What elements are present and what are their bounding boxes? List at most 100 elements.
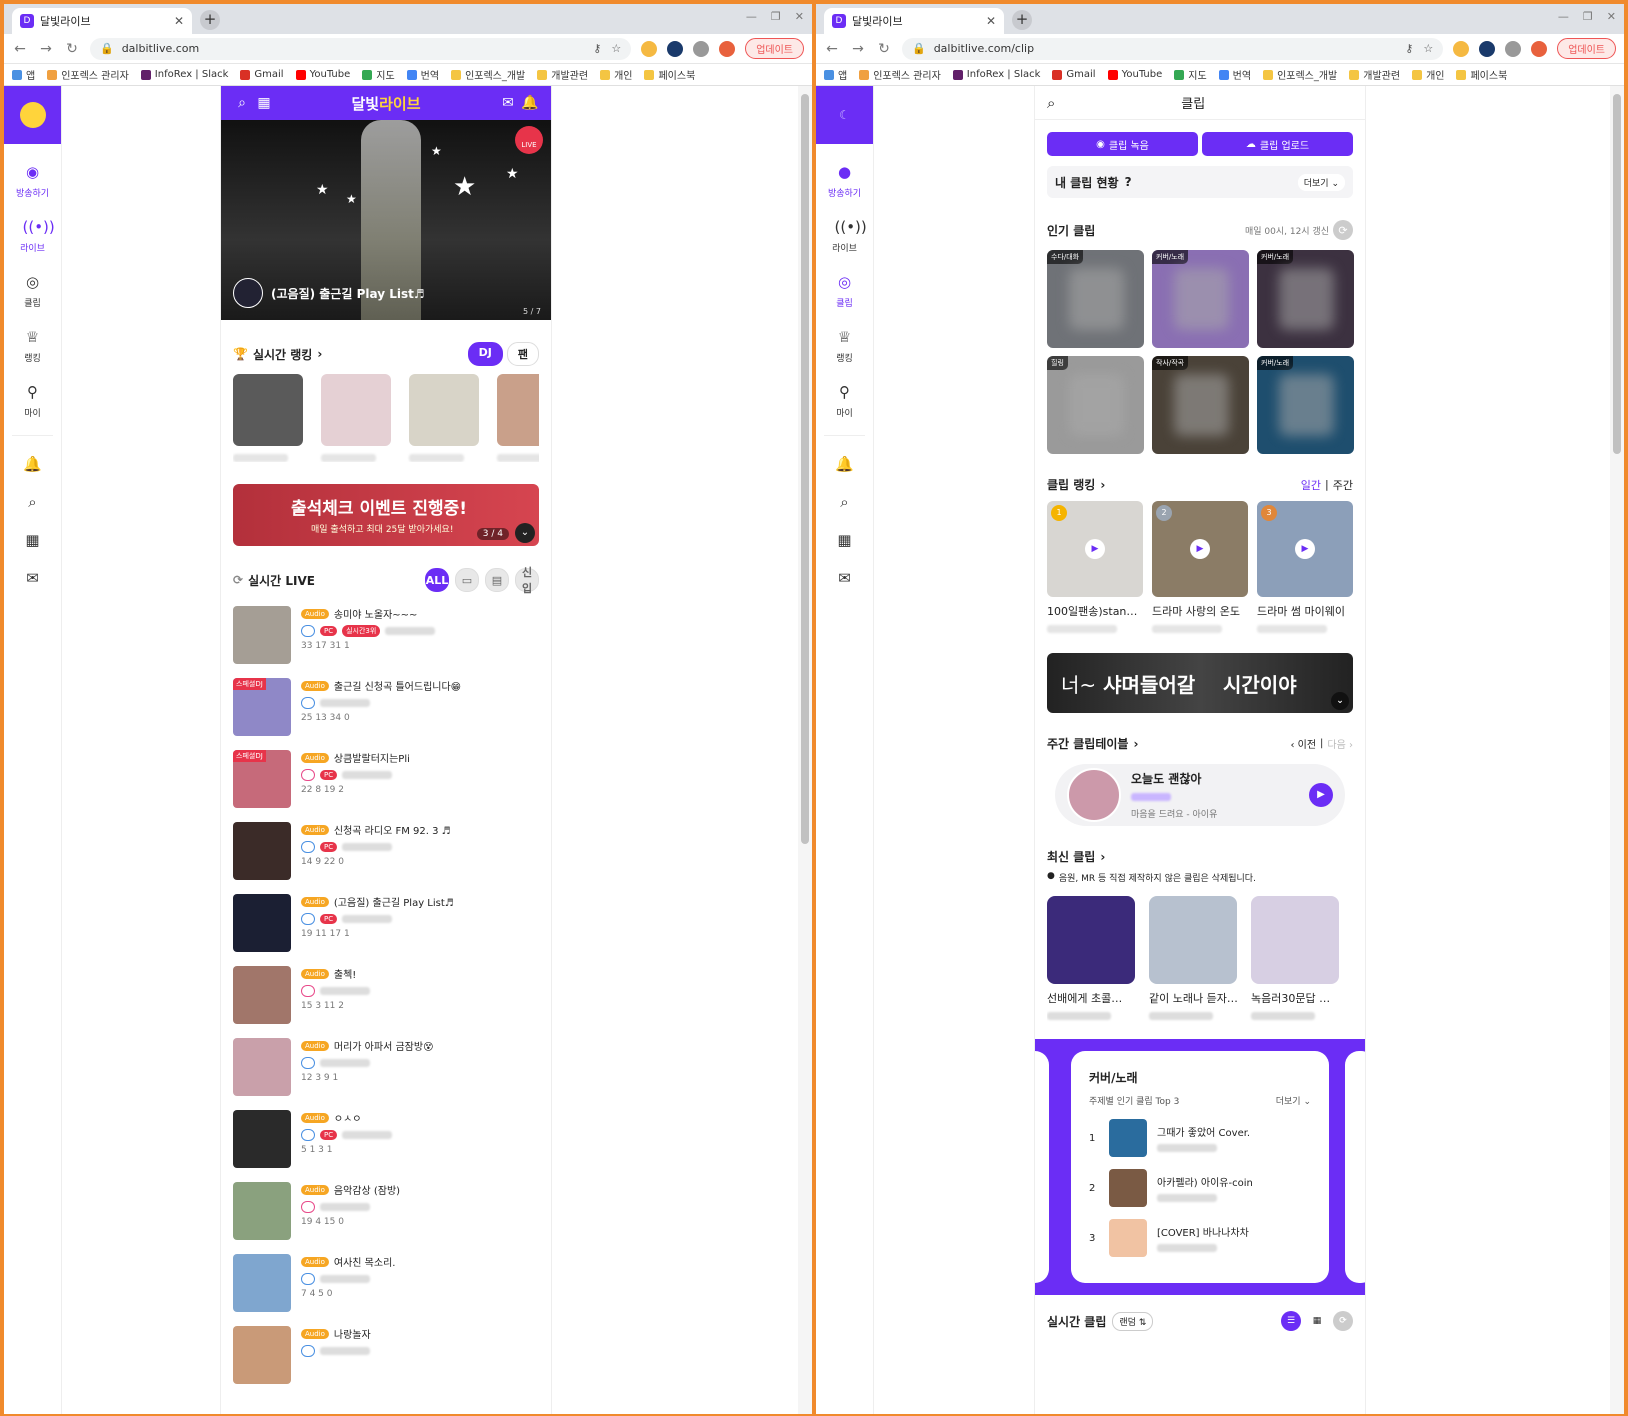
sidebar-item-live[interactable]: ((•)) 라이브 bbox=[4, 217, 61, 254]
play-icon[interactable]: ▶ bbox=[1295, 539, 1315, 559]
hero-banner[interactable]: ★ ★ ★ ★ ★ LIVE (고음질) 출근길 Play List♬ 5 / … bbox=[221, 120, 551, 320]
play-icon[interactable]: ▶ bbox=[1190, 539, 1210, 559]
tab-weekly[interactable]: 주간 bbox=[1333, 477, 1353, 493]
random-toggle[interactable]: 랜덤 ⇅ bbox=[1112, 1311, 1154, 1331]
sidebar-item-live[interactable]: ((•)) 라이브 bbox=[816, 217, 873, 254]
scrollbar[interactable] bbox=[798, 86, 812, 1414]
bell-icon[interactable]: 🔔 bbox=[519, 95, 541, 111]
top3-row[interactable]: 1 그때가 좋았어 Cover. bbox=[1089, 1119, 1311, 1157]
refresh-icon[interactable]: ⟳ bbox=[1333, 220, 1353, 240]
sidebar-search[interactable]: ⌕ bbox=[816, 492, 873, 512]
key-icon[interactable]: ⚷ bbox=[593, 42, 601, 55]
filter-all[interactable]: ALL bbox=[425, 568, 449, 592]
search-icon[interactable]: ⌕ bbox=[231, 95, 253, 111]
grid-view-icon[interactable]: ▦ bbox=[1307, 1311, 1327, 1331]
forward-icon[interactable]: → bbox=[38, 41, 54, 57]
ranking-item[interactable] bbox=[233, 374, 303, 462]
forward-icon[interactable]: → bbox=[850, 41, 866, 57]
sidebar-item-my[interactable]: ⚲ 마이 bbox=[4, 382, 61, 419]
popular-clip-card[interactable]: 작사/작곡 bbox=[1152, 356, 1249, 454]
popular-clip-card[interactable]: 커버/노래 bbox=[1152, 250, 1249, 348]
clip-table-card[interactable]: 오늘도 괜찮아 마음을 드려요 - 아이유 ▶ bbox=[1055, 764, 1345, 826]
prev-button[interactable]: ‹ 이전 bbox=[1290, 736, 1316, 751]
recent-clip-item[interactable]: 녹음러30문답 … bbox=[1251, 896, 1339, 1023]
address-bar[interactable]: 🔒 dalbitlive.com/clip ⚷ ☆ bbox=[902, 37, 1444, 60]
bookmark-item[interactable]: 페이스북 bbox=[644, 67, 695, 82]
sidebar-store[interactable]: ▦ bbox=[4, 530, 61, 550]
popular-clip-card[interactable]: 커버/노래 bbox=[1257, 250, 1354, 348]
bookmark-item[interactable]: 개발관련 bbox=[1349, 67, 1400, 82]
minimize-icon[interactable]: — bbox=[1558, 10, 1569, 23]
logo[interactable] bbox=[4, 86, 61, 144]
help-icon[interactable]: ? bbox=[1125, 175, 1132, 189]
ranking-item[interactable] bbox=[409, 374, 479, 462]
carousel-card-next[interactable] bbox=[1345, 1051, 1365, 1283]
recent-clip-item[interactable]: 선배에게 초콜… bbox=[1047, 896, 1135, 1023]
update-button[interactable]: 업데이트 bbox=[745, 38, 804, 59]
new-tab-button[interactable]: + bbox=[1012, 10, 1032, 30]
bookmark-star-icon[interactable]: ☆ bbox=[611, 42, 621, 55]
live-list-item[interactable]: Audio 나랑놀자 bbox=[233, 1326, 539, 1384]
play-icon[interactable]: ▶ bbox=[1309, 783, 1333, 807]
profile-avatar[interactable] bbox=[719, 40, 736, 57]
mailbox-icon[interactable]: ✉ bbox=[497, 95, 519, 111]
clip-ranking-item[interactable]: 2 ▶ 드라마 사랑의 온도 bbox=[1152, 501, 1248, 633]
extension-icon[interactable] bbox=[641, 40, 658, 57]
tab-dj[interactable]: DJ bbox=[467, 342, 503, 366]
back-icon[interactable]: ← bbox=[12, 41, 28, 57]
update-button[interactable]: 업데이트 bbox=[1557, 38, 1616, 59]
bookmark-item[interactable]: 번역 bbox=[1218, 67, 1251, 82]
clip-record-button[interactable]: ◉ 클립 녹음 bbox=[1047, 132, 1198, 156]
logo[interactable]: ☾ bbox=[816, 86, 873, 144]
sidebar-item-ranking[interactable]: ♕ 랭킹 bbox=[816, 327, 873, 364]
sidebar-notification[interactable]: 🔔 bbox=[816, 454, 873, 474]
profile-avatar[interactable] bbox=[1531, 40, 1548, 57]
live-list-item[interactable]: Audio 신청곡 라디오 FM 92. 3 ♬ PC 14 9 22 0 bbox=[233, 822, 539, 880]
ranking-item[interactable] bbox=[321, 374, 391, 462]
brand-title[interactable]: 달빛라이브 bbox=[275, 93, 497, 114]
bookmark-item[interactable]: 페이스북 bbox=[1456, 67, 1507, 82]
live-list-item[interactable]: Audio (고음질) 출근길 Play List♬ PC 19 11 17 1 bbox=[233, 894, 539, 952]
live-list-item[interactable]: 스페셜DJ Audio 출근길 신청곡 틀어드립니다😁 25 13 34 0 bbox=[233, 678, 539, 736]
sidebar-store[interactable]: ▦ bbox=[816, 530, 873, 550]
close-window-icon[interactable]: ✕ bbox=[795, 10, 804, 23]
bookmark-item[interactable]: InfoRex | Slack bbox=[952, 69, 1040, 80]
minimize-icon[interactable]: — bbox=[746, 10, 757, 23]
close-icon[interactable]: ✕ bbox=[986, 14, 996, 28]
extension-icon[interactable] bbox=[667, 40, 684, 57]
clip-upload-button[interactable]: ☁ 클립 업로드 bbox=[1202, 132, 1353, 156]
bookmark-item[interactable]: 개발관련 bbox=[537, 67, 588, 82]
bookmark-item[interactable]: 인포렉스_개발 bbox=[1263, 67, 1337, 82]
sidebar-item-broadcast[interactable]: ● 방송하기 bbox=[816, 162, 873, 199]
close-window-icon[interactable]: ✕ bbox=[1607, 10, 1616, 23]
extension-icon[interactable] bbox=[1479, 40, 1496, 57]
popular-clip-card[interactable]: 수다/대화 bbox=[1047, 250, 1144, 348]
sidebar-search[interactable]: ⌕ bbox=[4, 492, 61, 512]
popular-clip-card[interactable]: 커버/노래 bbox=[1257, 356, 1354, 454]
bookmark-item[interactable]: Gmail bbox=[1052, 69, 1096, 80]
back-icon[interactable]: ← bbox=[824, 41, 840, 57]
top3-row[interactable]: 2 아카펠라) 아이유-coin bbox=[1089, 1169, 1311, 1207]
ranking-header[interactable]: 🏆 실시간 랭킹 › DJ 팬 bbox=[233, 342, 539, 366]
chevron-down-icon[interactable]: ⌄ bbox=[1331, 692, 1349, 710]
sidebar-message[interactable]: ✉ bbox=[4, 568, 61, 588]
live-list-item[interactable]: Audio 출첵! 15 3 11 2 bbox=[233, 966, 539, 1024]
search-icon[interactable]: ⌕ bbox=[1047, 94, 1055, 112]
tab-daily[interactable]: 일간 bbox=[1301, 477, 1321, 493]
event-banner[interactable]: 출석체크 이벤트 진행중! 매일 출석하고 최대 25달 받아가세요! 3 / … bbox=[233, 484, 539, 546]
live-list-item[interactable]: Audio 여사친 목소리. 7 4 5 0 bbox=[233, 1254, 539, 1312]
sidebar-item-clip[interactable]: ◎ 클립 bbox=[816, 272, 873, 309]
maximize-icon[interactable]: ❐ bbox=[771, 10, 781, 23]
refresh-icon[interactable]: ⟳ bbox=[233, 573, 243, 587]
bookmark-item[interactable]: InfoRex | Slack bbox=[140, 69, 228, 80]
bookmark-item[interactable]: 지도 bbox=[1174, 67, 1207, 82]
store-icon[interactable]: ▦ bbox=[253, 95, 275, 111]
extension-icon[interactable] bbox=[1453, 40, 1470, 57]
sidebar-item-my[interactable]: ⚲ 마이 bbox=[816, 382, 873, 419]
live-list-item[interactable]: Audio ㅇㅅㅇ PC 5 1 3 1 bbox=[233, 1110, 539, 1168]
chevron-down-icon[interactable]: ⌄ bbox=[515, 523, 535, 543]
bookmark-item[interactable]: 지도 bbox=[362, 67, 395, 82]
filter-new[interactable]: 신입 bbox=[515, 566, 539, 595]
clip-ranking-item[interactable]: 1 ▶ 100일팬송)stan… bbox=[1047, 501, 1143, 633]
close-icon[interactable]: ✕ bbox=[174, 14, 184, 28]
